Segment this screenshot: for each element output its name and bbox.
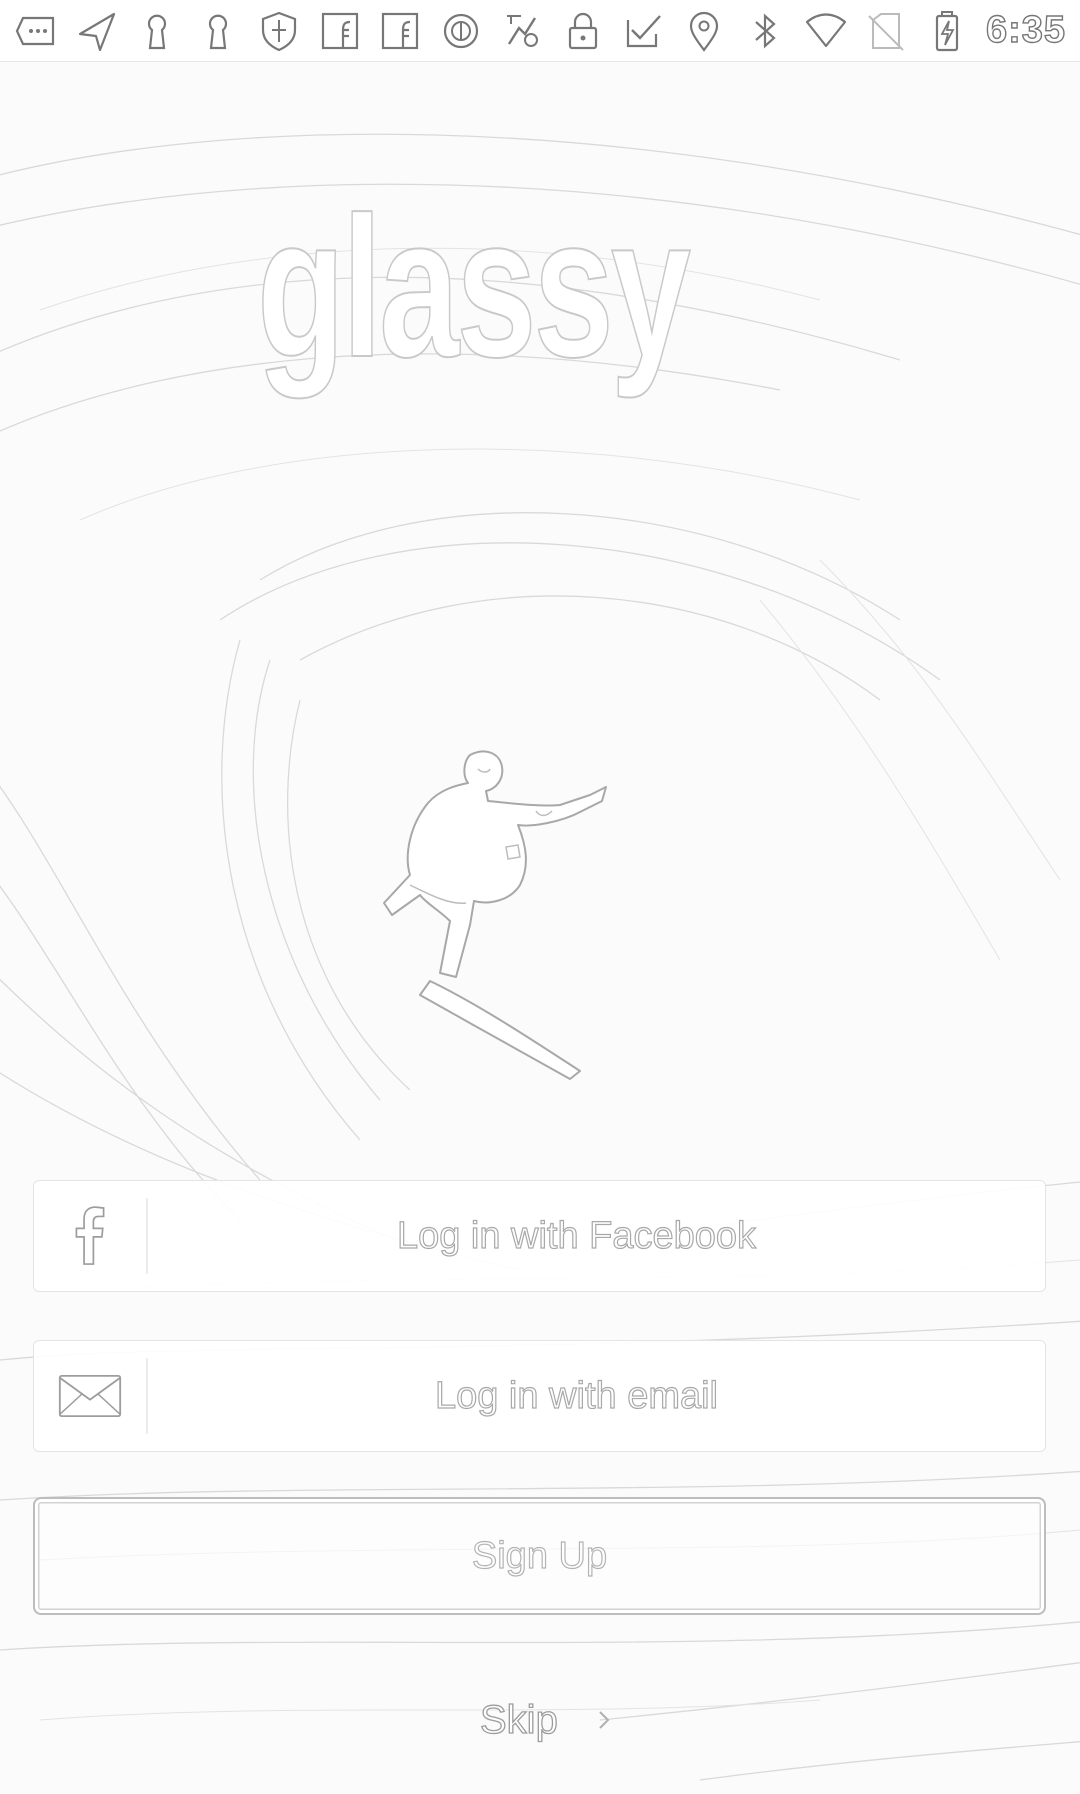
glassy-logo: glassy <box>236 175 856 435</box>
wifi-icon <box>804 8 848 54</box>
email-login-button[interactable]: Log in with email <box>33 1340 1046 1452</box>
battery-charging-icon <box>925 8 969 54</box>
facebook-notification-icon <box>379 8 423 54</box>
envelope-icon <box>34 1341 146 1451</box>
login-screen: 6:35 glassy Log in with Facebook Log in … <box>0 0 1080 1794</box>
send-icon <box>75 8 119 54</box>
more-notifications-icon <box>14 8 58 54</box>
bluetooth-icon <box>743 8 787 54</box>
checklist-icon <box>622 8 666 54</box>
facebook-login-button[interactable]: Log in with Facebook <box>33 1180 1046 1292</box>
app-notification-icon <box>500 8 544 54</box>
facebook-icon <box>34 1181 146 1291</box>
chevron-right-icon <box>599 1711 610 1729</box>
status-bar: 6:35 <box>0 0 1080 62</box>
sign-up-label: Sign Up <box>471 1534 608 1577</box>
facebook-notification-icon <box>318 8 362 54</box>
no-sim-icon <box>865 8 909 54</box>
wave-pin-logo-icon <box>236 321 238 324</box>
surfer-illustration <box>383 750 607 1080</box>
keyhole-icon <box>196 8 240 54</box>
status-time: 6:35 <box>985 8 1067 51</box>
brand-name: glassy <box>257 175 692 400</box>
skip-label: Skip <box>479 1697 558 1742</box>
shield-icon <box>257 8 301 54</box>
email-login-label: Log in with email <box>434 1374 719 1417</box>
skip-link[interactable]: Skip <box>479 1690 614 1750</box>
circle-status-icon <box>439 8 483 54</box>
location-icon <box>682 8 726 54</box>
keyhole-icon <box>136 8 180 54</box>
lock-icon <box>561 8 605 54</box>
facebook-login-label: Log in with Facebook <box>396 1214 757 1257</box>
sign-up-button[interactable]: Sign Up <box>33 1497 1046 1615</box>
